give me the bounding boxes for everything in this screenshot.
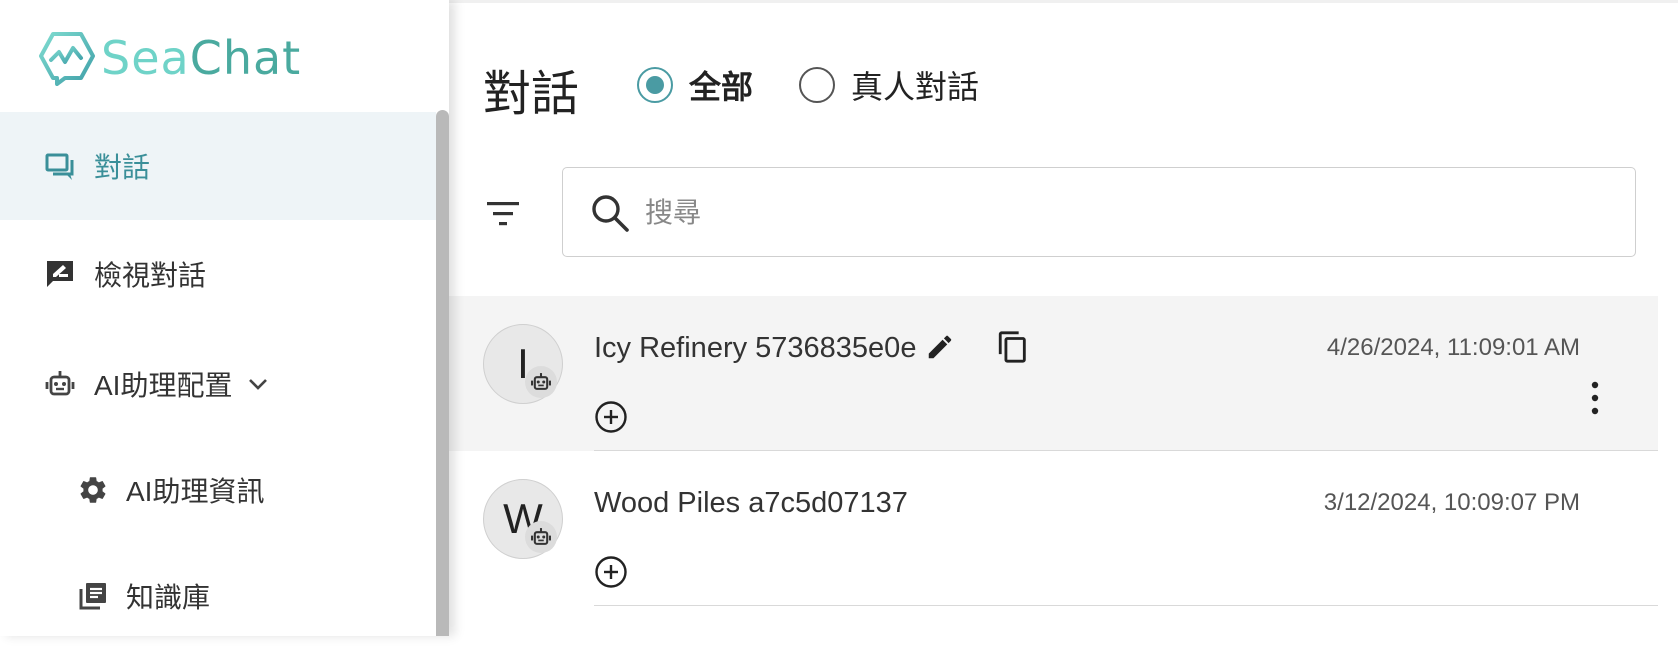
- seachat-logo-icon: [39, 32, 95, 86]
- sidebar-item-label: AI助理配置: [94, 370, 233, 401]
- filter-all-radio[interactable]: 全部: [637, 62, 753, 108]
- sidebar: SeaChat 對話 檢視對話 AI助理配置 AI助理資訊 知識庫: [0, 0, 449, 636]
- rate-review-icon: [44, 258, 76, 290]
- search-input[interactable]: [643, 186, 1607, 240]
- conversation-name: Icy Refinery 5736835e0e: [594, 332, 917, 364]
- search-box: [562, 167, 1636, 257]
- copy-icon[interactable]: [996, 330, 1030, 364]
- conversation-row[interactable]: I Icy Refinery 5736835e0e 4/26/2024, 11:…: [449, 296, 1658, 451]
- sidebar-item-review-conversations[interactable]: 檢視對話: [0, 220, 436, 328]
- radio-label: 全部: [689, 69, 754, 105]
- gear-icon: [77, 474, 109, 506]
- bot-badge-icon: [525, 366, 557, 398]
- sidebar-item-ai-assistant-info[interactable]: AI助理資訊: [0, 436, 436, 544]
- top-divider: [449, 0, 1678, 3]
- add-circle-icon[interactable]: [594, 400, 628, 434]
- sidebar-item-knowledge-base[interactable]: 知識庫: [0, 542, 436, 650]
- conversations-panel: 對話 全部 真人對話 I: [449, 0, 1678, 636]
- conversation-name: Wood Piles a7c5d07137: [594, 487, 908, 519]
- bot-badge-icon: [525, 521, 557, 553]
- sidebar-item-label: 知識庫: [126, 582, 211, 613]
- conversation-timestamp: 4/26/2024, 11:09:01 AM: [1326, 334, 1580, 361]
- pencil-icon[interactable]: [925, 332, 955, 362]
- more-vert-icon[interactable]: [1589, 380, 1601, 416]
- seachat-logo[interactable]: SeaChat: [37, 30, 301, 86]
- sidebar-item-label: AI助理資訊: [126, 476, 265, 507]
- filter-icon[interactable]: [483, 194, 523, 234]
- row-divider: [594, 604, 1658, 606]
- sidebar-item-label: 檢視對話: [94, 260, 207, 291]
- sidebar-item-label: 對話: [94, 152, 151, 183]
- page-title: 對話: [483, 68, 580, 121]
- sidebar-scrollbar[interactable]: [436, 110, 449, 636]
- forum-icon: [44, 150, 76, 182]
- sidebar-item-ai-assistant-config[interactable]: AI助理配置: [0, 330, 436, 438]
- add-circle-icon[interactable]: [594, 555, 628, 589]
- radio-unchecked-icon: [799, 67, 835, 103]
- bot-icon: [44, 368, 76, 400]
- conversation-row[interactable]: W Wood Piles a7c5d07137 3/12/2024, 10:09…: [449, 451, 1658, 606]
- search-icon: [592, 195, 629, 232]
- filter-human-radio[interactable]: 真人對話: [799, 62, 979, 108]
- conversation-timestamp: 3/12/2024, 10:09:07 PM: [1323, 489, 1580, 516]
- brand-name: SeaChat: [101, 31, 302, 85]
- chevron-down-icon: [242, 368, 274, 400]
- library-books-icon: [77, 580, 109, 612]
- radio-label: 真人對話: [851, 69, 980, 105]
- radio-checked-icon: [637, 67, 673, 103]
- sidebar-item-conversations[interactable]: 對話: [0, 112, 436, 220]
